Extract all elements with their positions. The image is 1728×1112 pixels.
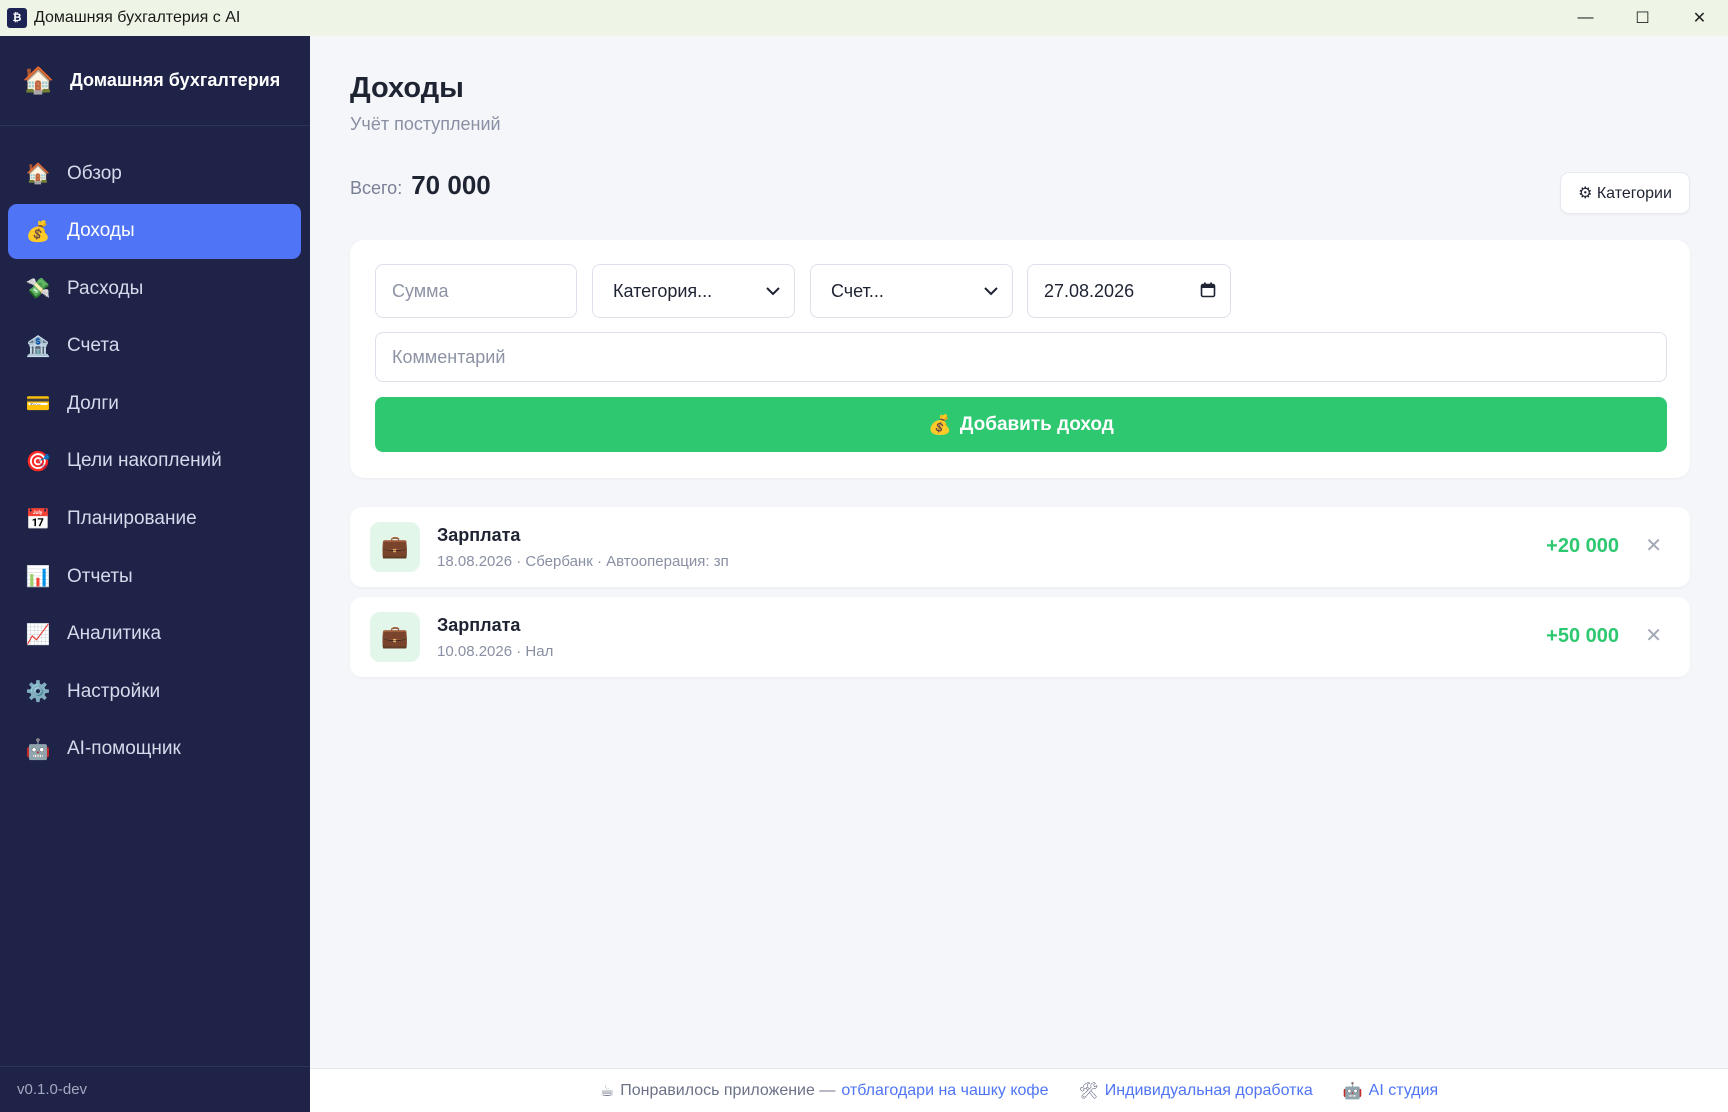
brand: 🏠 Домашняя бухгалтерия xyxy=(0,36,310,126)
credit-card-icon: 💳 xyxy=(25,393,51,416)
account-select[interactable]: Счет... xyxy=(810,264,1013,318)
sidebar-item-label: Аналитика xyxy=(67,623,162,645)
close-window-button[interactable]: ✕ xyxy=(1671,0,1728,36)
robot-icon: 🤖 xyxy=(25,738,51,761)
income-amount: +20 000 xyxy=(1546,535,1619,557)
page-title: Доходы xyxy=(350,72,464,104)
window-title: Домашняя бухгалтерия с AI xyxy=(34,9,241,26)
total-label: Всего: xyxy=(350,178,403,198)
page-subtitle: Учёт поступлений xyxy=(350,114,501,134)
sidebar: 🏠 Домашняя бухгалтерия 🏠 Обзор 💰 Доходы … xyxy=(0,36,310,1112)
sidebar-item-income[interactable]: 💰 Доходы xyxy=(8,203,301,259)
sidebar-item-planning[interactable]: 📅 Планирование xyxy=(8,492,301,547)
target-icon: 🎯 xyxy=(25,450,51,473)
sidebar-item-reports[interactable]: 📊 Отчеты xyxy=(8,549,301,604)
total-value: 70 000 xyxy=(411,170,491,200)
income-details: 10.08.2026 · Нал xyxy=(437,643,554,660)
comment-placeholder: Комментарий xyxy=(392,346,506,367)
sidebar-item-analytics[interactable]: 📈 Аналитика xyxy=(8,607,301,662)
sidebar-item-expenses[interactable]: 💸 Расходы xyxy=(8,261,301,316)
category-select[interactable]: Категория... xyxy=(592,264,795,318)
sidebar-item-label: Цели накоплений xyxy=(67,450,222,472)
sidebar-item-debts[interactable]: 💳 Долги xyxy=(8,376,301,431)
sidebar-item-label: AI-помощник xyxy=(67,738,181,760)
date-value: 27.08.2026 xyxy=(1044,280,1135,301)
calendar-icon: 📅 xyxy=(25,508,51,531)
add-income-button[interactable]: 💰 Добавить доход xyxy=(375,397,1667,452)
trend-chart-icon: 📈 xyxy=(25,623,51,646)
app-icon: ₿ xyxy=(7,8,27,28)
gear-icon: ⚙️ xyxy=(25,681,51,704)
minimize-button[interactable]: — xyxy=(1557,0,1614,36)
coffee-icon: ☕ xyxy=(599,1082,615,1100)
add-income-label: Добавить доход xyxy=(959,413,1114,435)
delete-income-button[interactable]: ✕ xyxy=(1645,623,1662,648)
briefcase-icon: 💼 xyxy=(370,522,420,572)
income-details: 18.08.2026 · Сбербанк · Автооперация: зп xyxy=(437,553,729,570)
flying-money-icon: 💸 xyxy=(25,278,51,301)
amount-input[interactable]: Сумма xyxy=(375,264,577,318)
ai-studio-link[interactable]: AI студия xyxy=(1369,1082,1438,1100)
income-amount: +50 000 xyxy=(1546,625,1619,647)
sidebar-item-label: Расходы xyxy=(67,277,144,299)
categories-button[interactable]: ⚙ Категории xyxy=(1560,172,1690,214)
close-icon: ✕ xyxy=(1645,535,1662,557)
sidebar-item-label: Долги xyxy=(67,392,119,414)
sidebar-item-ai-assistant[interactable]: 🤖 AI-помощник xyxy=(8,722,301,777)
income-title: Зарплата xyxy=(437,525,521,545)
brand-title: Домашняя бухгалтерия xyxy=(70,70,281,90)
income-title: Зарплата xyxy=(437,615,521,635)
sidebar-item-label: Обзор xyxy=(67,162,122,184)
income-list: 💼 Зарплата 18.08.2026 · Сбербанк · Автоо… xyxy=(350,507,1690,687)
sidebar-item-accounts[interactable]: 🏦 Счета xyxy=(8,319,301,374)
maximize-button[interactable]: ☐ xyxy=(1614,0,1671,36)
chevron-down-icon xyxy=(766,283,780,299)
minimize-icon: — xyxy=(1577,9,1594,26)
tools-icon: 🛠 xyxy=(1078,1082,1099,1100)
close-icon: ✕ xyxy=(1692,10,1707,27)
robot-icon: 🤖 xyxy=(1342,1082,1363,1100)
close-icon: ✕ xyxy=(1645,625,1662,647)
custom-development-link[interactable]: Индивидуальная доработка xyxy=(1105,1082,1313,1100)
sidebar-item-label: Планирование xyxy=(67,508,197,530)
chevron-down-icon xyxy=(984,283,998,299)
window-titlebar: ₿ Домашняя бухгалтерия с AI — ☐ ✕ xyxy=(0,0,1728,36)
footer: ☕ Понравилось приложение — отблагодари н… xyxy=(310,1068,1728,1112)
list-item[interactable]: 💼 Зарплата 18.08.2026 · Сбербанк · Автоо… xyxy=(350,507,1690,587)
calendar-icon[interactable] xyxy=(1200,282,1216,301)
amount-placeholder: Сумма xyxy=(392,280,449,301)
bar-chart-icon: 📊 xyxy=(25,566,51,589)
sidebar-item-overview[interactable]: 🏠 Обзор xyxy=(8,146,301,201)
app-version: v0.1.0-dev xyxy=(0,1066,310,1112)
sidebar-item-label: Отчеты xyxy=(67,565,133,587)
comment-input[interactable]: Комментарий xyxy=(375,332,1667,382)
category-value: Категория... xyxy=(613,280,713,301)
coffee-donate-link[interactable]: отблагодари на чашку кофе xyxy=(841,1082,1048,1100)
add-income-form: Сумма Категория... Счет... 27.08.2026 Ко… xyxy=(350,240,1690,478)
sidebar-item-label: Настройки xyxy=(67,680,161,702)
house-icon: 🏠 xyxy=(25,163,51,185)
maximize-icon: ☐ xyxy=(1635,10,1650,27)
footer-text: Понравилось приложение — xyxy=(620,1081,836,1099)
window-controls: — ☐ ✕ xyxy=(1557,0,1728,36)
sidebar-item-settings[interactable]: ⚙️ Настройки xyxy=(8,664,301,719)
sidebar-item-label: Доходы xyxy=(67,220,135,242)
sidebar-nav: 🏠 Обзор 💰 Доходы 💸 Расходы 🏦 Счета 💳 Дол… xyxy=(0,126,310,777)
list-item[interactable]: 💼 Зарплата 10.08.2026 · Нал +50 000 ✕ xyxy=(350,597,1690,677)
sidebar-item-label: Счета xyxy=(67,335,120,357)
bank-icon: 🏦 xyxy=(25,335,51,358)
total-summary: Всего: 70 000 xyxy=(350,170,491,201)
sidebar-item-savings-goals[interactable]: 🎯 Цели накоплений xyxy=(8,434,301,489)
briefcase-icon: 💼 xyxy=(370,612,420,662)
delete-income-button[interactable]: ✕ xyxy=(1645,533,1662,558)
money-bag-icon: 💰 xyxy=(928,414,952,436)
house-icon: 🏠 xyxy=(22,65,55,95)
date-input[interactable]: 27.08.2026 xyxy=(1027,264,1231,318)
account-value: Счет... xyxy=(831,280,884,301)
money-bag-icon: 💰 xyxy=(25,220,51,243)
main-content: Доходы Учёт поступлений Всего: 70 000 ⚙ … xyxy=(310,36,1728,1068)
